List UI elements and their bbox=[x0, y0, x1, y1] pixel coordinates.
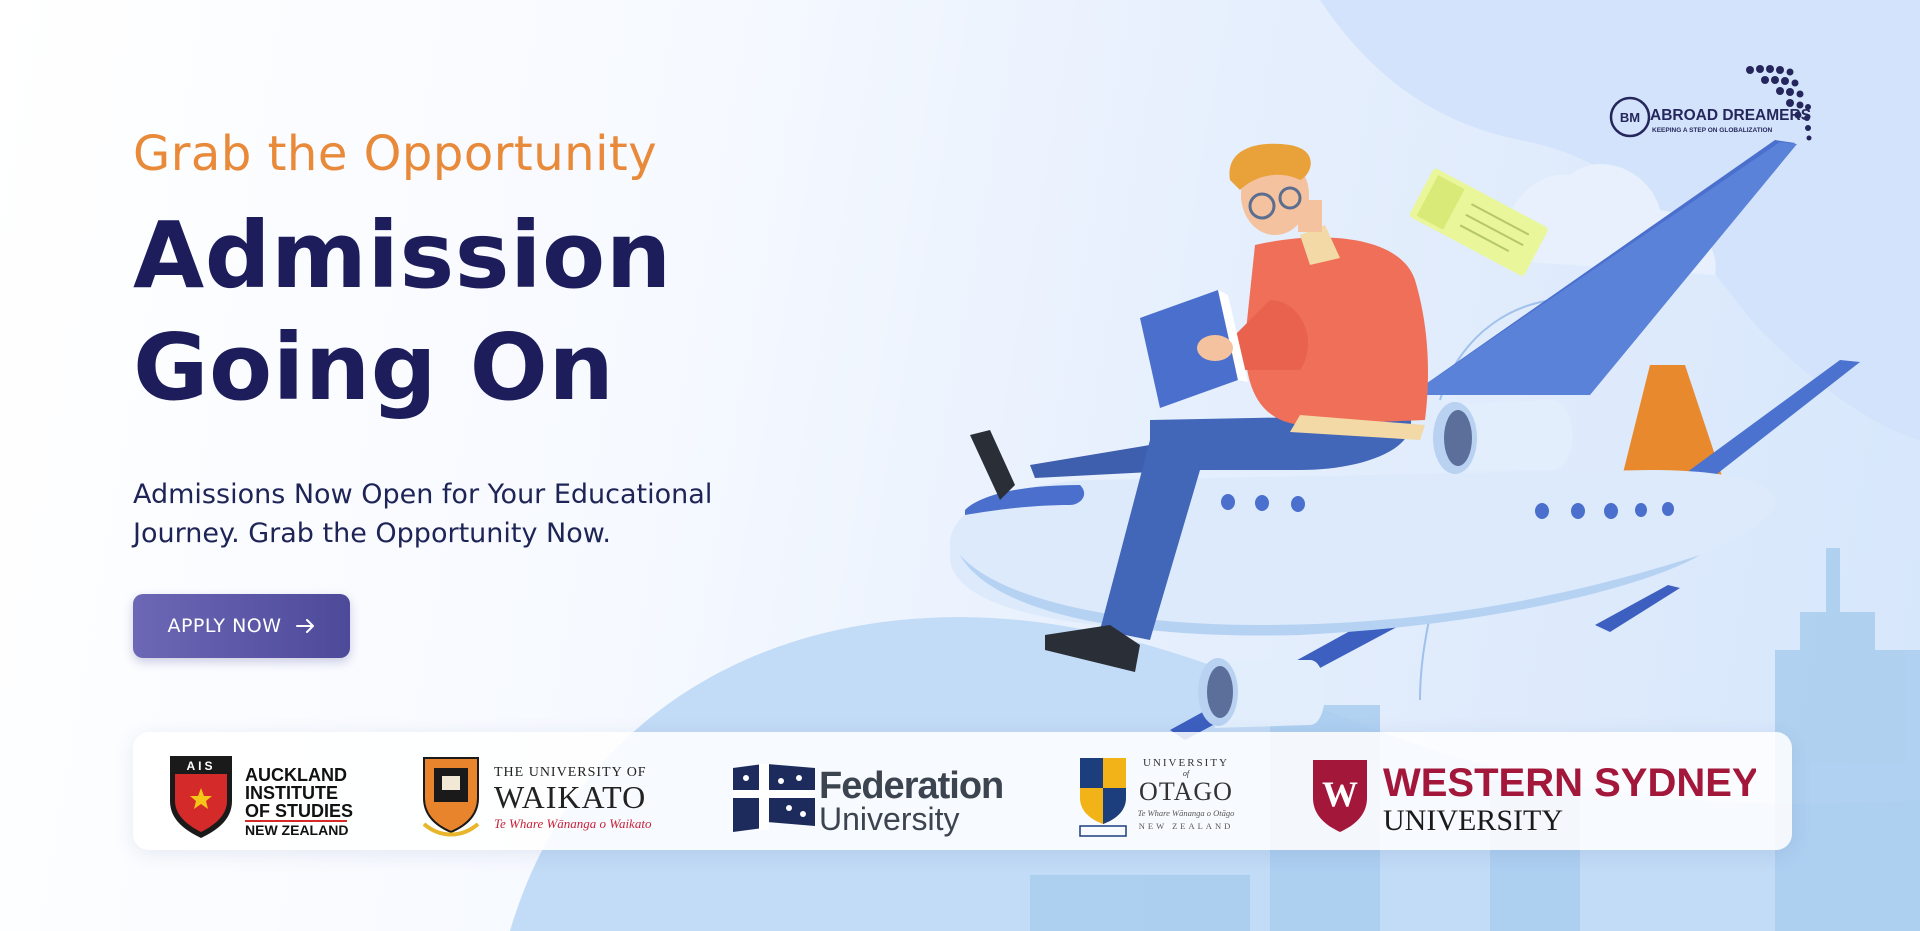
wsu-line2: UNIVERSITY bbox=[1383, 804, 1563, 837]
arrow-right-icon bbox=[295, 619, 314, 633]
apply-now-label: APPLY NOW bbox=[167, 615, 282, 637]
ais-line4: NEW ZEALAND bbox=[245, 822, 348, 838]
brand-tagline: KEEPING A STEP ON GLOBALIZATION bbox=[1652, 127, 1773, 134]
plane-engine-lower bbox=[1198, 658, 1325, 728]
partner-logo-ais[interactable]: AIS AUCKLAND INSTITUTE OF STUDIES NEW ZE… bbox=[165, 746, 355, 838]
federation-flag-icon bbox=[733, 764, 815, 832]
hero-subtext-line2: Journey. Grab the Opportunity Now. bbox=[133, 518, 611, 549]
partner-logo-waikato[interactable]: THE UNIVERSITY OF WAIKATO Te Whare Wānan… bbox=[420, 746, 665, 838]
wsu-mark: W bbox=[1322, 774, 1358, 814]
partner-logos-strip: AIS AUCKLAND INSTITUTE OF STUDIES NEW ZE… bbox=[133, 732, 1792, 850]
shoe-back bbox=[970, 430, 1015, 500]
wsu-line1: WESTERN SYDNEY bbox=[1383, 761, 1756, 805]
ticket-icon bbox=[1409, 168, 1548, 276]
ais-badge-text: AIS bbox=[186, 759, 215, 773]
hero-subtext-line1: Admissions Now Open for Your Educational bbox=[133, 479, 713, 510]
brand-initials: BM bbox=[1620, 110, 1640, 125]
brand-name: ABROAD DREAMERS bbox=[1650, 107, 1811, 124]
brand-logo[interactable]: BM ABROAD DREAMERS KEEPING A STEP ON GLO… bbox=[1605, 62, 1840, 152]
otago-line1: UNIVERSITY bbox=[1143, 757, 1229, 769]
hero-subtext: Admissions Now Open for Your Educational… bbox=[133, 475, 813, 553]
otago-line5: NEW ZEALAND bbox=[1139, 821, 1233, 831]
otago-line4: Te Whare Wānanga o Otāgo bbox=[1138, 808, 1235, 818]
plane-engine-upper bbox=[1433, 400, 1573, 474]
hero-headline: Admission Going On bbox=[133, 200, 672, 424]
otago-line3: OTAGO bbox=[1139, 777, 1233, 806]
ais-line1: AUCKLAND bbox=[245, 765, 347, 785]
otago-crest-icon bbox=[1079, 758, 1127, 837]
hero-banner: BM ABROAD DREAMERS KEEPING A STEP ON GLO… bbox=[0, 0, 1920, 931]
apply-now-button[interactable]: APPLY NOW bbox=[133, 594, 350, 658]
partner-logo-federation[interactable]: Federation University bbox=[731, 746, 1013, 838]
hero-eyebrow: Grab the Opportunity bbox=[133, 126, 658, 182]
ais-line2: INSTITUTE bbox=[245, 783, 338, 803]
partner-logo-western-sydney[interactable]: W WESTERN SYDNEY UNIVERSITY bbox=[1311, 746, 1756, 838]
hero-headline-line2: Going On bbox=[133, 314, 615, 421]
waikato-line1: THE UNIVERSITY OF bbox=[494, 765, 647, 780]
ais-line3: OF STUDIES bbox=[245, 801, 353, 821]
waikato-line2: WAIKATO bbox=[494, 779, 646, 815]
partner-logo-otago[interactable]: UNIVERSITY of OTAGO Te Whare Wānanga o O… bbox=[1078, 746, 1243, 838]
federation-line2: University bbox=[819, 801, 959, 837]
waikato-line3: Te Whare Wānanga o Waikato bbox=[494, 816, 652, 831]
hero-headline-line1: Admission bbox=[133, 202, 672, 309]
